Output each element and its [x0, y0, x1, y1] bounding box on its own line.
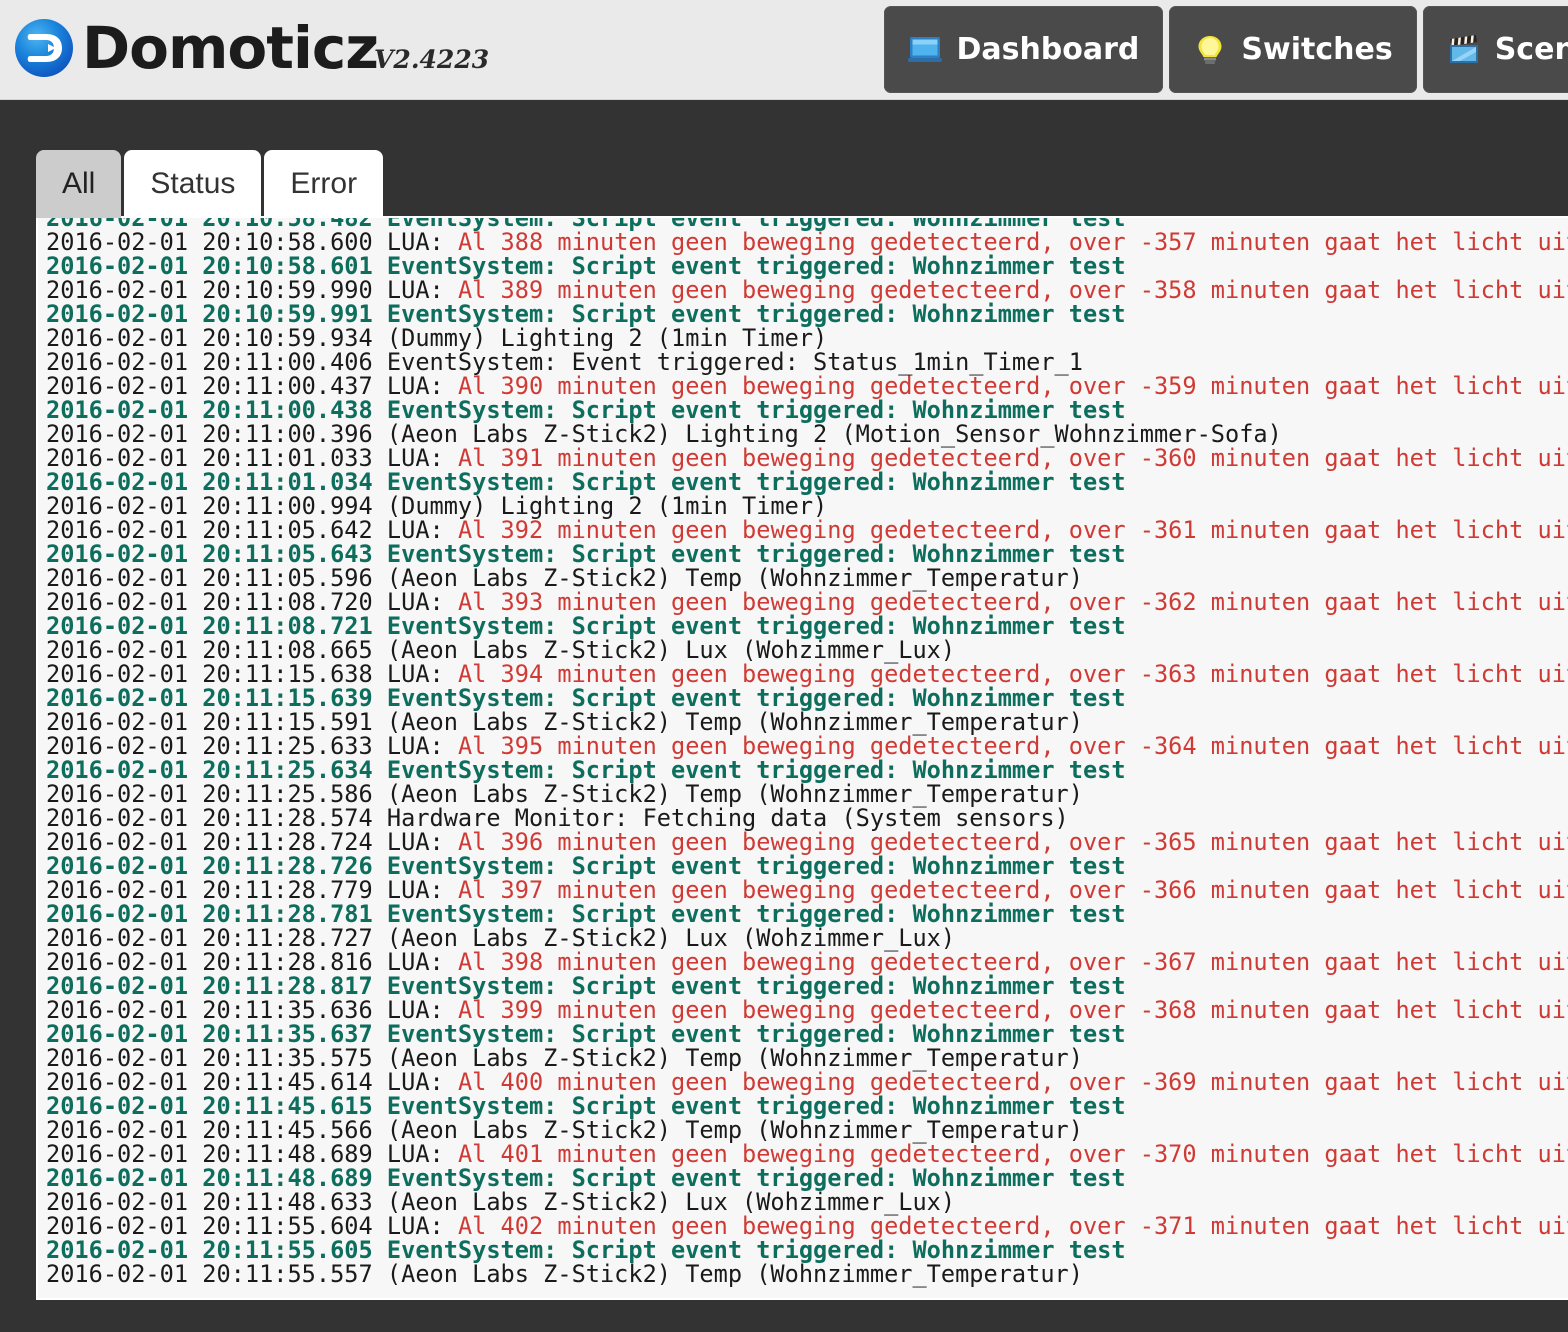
log-line: 2016-02-01 20:11:15.639 EventSystem: Scr…	[46, 684, 1126, 712]
nav-button-dashboard-label: Dashboard	[956, 32, 1140, 67]
log-line: 2016-02-01 20:11:15.638 LUA: Al 394 minu…	[46, 662, 1568, 686]
log-line: 2016-02-01 20:11:45.615 EventSystem: Scr…	[46, 1092, 1126, 1120]
brand-name: Domoticz	[82, 14, 379, 82]
log-filter-tabs: All Status Error	[36, 150, 384, 218]
log-line: 2016-02-01 20:11:28.781 EventSystem: Scr…	[46, 900, 1126, 928]
log-line-list: 2016-02-01 20:10:58.482 EventSystem: Scr…	[46, 218, 1568, 1288]
log-line: 2016-02-01 20:11:55.557 (Aeon Labs Z-Sti…	[46, 1260, 1083, 1288]
log-line: 2016-02-01 20:11:25.586 (Aeon Labs Z-Sti…	[46, 780, 1083, 808]
log-line: 2016-02-01 20:11:05.596 (Aeon Labs Z-Sti…	[46, 564, 1083, 592]
nav-button-switches[interactable]: Switches	[1169, 6, 1417, 93]
log-line: 2016-02-01 20:11:00.406 EventSystem: Eve…	[46, 348, 1083, 376]
log-line: 2016-02-01 20:11:08.720 LUA: Al 393 minu…	[46, 590, 1568, 614]
log-line: 2016-02-01 20:11:35.636 LUA: Al 399 minu…	[46, 998, 1568, 1022]
log-panel[interactable]: 2016-02-01 20:10:58.482 EventSystem: Scr…	[36, 216, 1568, 1300]
tab-status[interactable]: Status	[124, 150, 262, 218]
log-line: 2016-02-01 20:11:00.994 (Dummy) Lighting…	[46, 492, 828, 520]
log-line: 2016-02-01 20:11:15.591 (Aeon Labs Z-Sti…	[46, 708, 1083, 736]
nav-button-scenes-label: Scenes	[1494, 32, 1568, 67]
brand-version: V2.4223	[374, 45, 490, 74]
log-line: 2016-02-01 20:11:01.034 EventSystem: Scr…	[46, 468, 1126, 496]
log-line: 2016-02-01 20:10:58.601 EventSystem: Scr…	[46, 252, 1126, 280]
log-line: 2016-02-01 20:11:28.726 EventSystem: Scr…	[46, 852, 1126, 880]
lightbulb-icon	[1193, 34, 1227, 66]
log-line: 2016-02-01 20:11:45.566 (Aeon Labs Z-Sti…	[46, 1116, 1083, 1144]
log-line: 2016-02-01 20:11:35.575 (Aeon Labs Z-Sti…	[46, 1044, 1083, 1072]
domoticz-logo-icon	[10, 14, 78, 82]
brand[interactable]: Domoticz V2.4223	[10, 8, 489, 88]
log-line: 2016-02-01 20:11:28.779 LUA: Al 397 minu…	[46, 878, 1568, 902]
tab-all[interactable]: All	[36, 150, 122, 218]
clapperboard-icon	[1447, 34, 1481, 66]
brand-text: Domoticz V2.4223	[82, 19, 489, 77]
log-line: 2016-02-01 20:11:45.614 LUA: Al 400 minu…	[46, 1070, 1568, 1094]
log-line: 2016-02-01 20:11:35.637 EventSystem: Scr…	[46, 1020, 1126, 1048]
log-line: 2016-02-01 20:11:48.689 EventSystem: Scr…	[46, 1164, 1126, 1192]
nav-button-switches-label: Switches	[1241, 32, 1393, 67]
log-line: 2016-02-01 20:11:28.817 EventSystem: Scr…	[46, 972, 1126, 1000]
log-line: 2016-02-01 20:11:25.633 LUA: Al 395 minu…	[46, 734, 1568, 758]
log-line: 2016-02-01 20:11:48.689 LUA: Al 401 minu…	[46, 1142, 1568, 1166]
log-line: 2016-02-01 20:11:28.574 Hardware Monitor…	[46, 804, 1069, 832]
log-line: 2016-02-01 20:10:59.990 LUA: Al 389 minu…	[46, 278, 1568, 302]
log-line: 2016-02-01 20:10:58.600 LUA: Al 388 minu…	[46, 230, 1568, 254]
log-line: 2016-02-01 20:11:28.816 LUA: Al 398 minu…	[46, 950, 1568, 974]
log-line: 2016-02-01 20:10:59.934 (Dummy) Lighting…	[46, 324, 828, 352]
log-line: 2016-02-01 20:11:08.721 EventSystem: Scr…	[46, 612, 1126, 640]
log-line: 2016-02-01 20:11:05.642 LUA: Al 392 minu…	[46, 518, 1568, 542]
log-line: 2016-02-01 20:11:48.633 (Aeon Labs Z-Sti…	[46, 1188, 956, 1216]
nav-button-dashboard[interactable]: Dashboard	[884, 6, 1164, 93]
log-line: 2016-02-01 20:11:00.437 LUA: Al 390 minu…	[46, 374, 1568, 398]
log-line: 2016-02-01 20:11:05.643 EventSystem: Scr…	[46, 540, 1126, 568]
log-line: 2016-02-01 20:11:00.396 (Aeon Labs Z-Sti…	[46, 420, 1282, 448]
log-line: 2016-02-01 20:11:25.634 EventSystem: Scr…	[46, 756, 1126, 784]
monitor-icon	[908, 34, 943, 66]
tab-error[interactable]: Error	[264, 150, 384, 218]
log-line: 2016-02-01 20:11:55.604 LUA: Al 402 minu…	[46, 1214, 1568, 1238]
log-line: 2016-02-01 20:11:28.727 (Aeon Labs Z-Sti…	[46, 924, 956, 952]
log-line: 2016-02-01 20:11:00.438 EventSystem: Scr…	[46, 396, 1126, 424]
top-navigation: Dashboard Switches Scen	[884, 6, 1568, 93]
log-line: 2016-02-01 20:11:28.724 LUA: Al 396 minu…	[46, 830, 1568, 854]
log-line: 2016-02-01 20:10:59.991 EventSystem: Scr…	[46, 300, 1126, 328]
log-line: 2016-02-01 20:11:55.605 EventSystem: Scr…	[46, 1236, 1126, 1264]
log-line: 2016-02-01 20:11:08.665 (Aeon Labs Z-Sti…	[46, 636, 956, 664]
app-header: Domoticz V2.4223 Dashboard Switches Scen	[0, 0, 1568, 100]
log-line: 2016-02-01 20:11:01.033 LUA: Al 391 minu…	[46, 446, 1568, 470]
domoticz-app: Domoticz V2.4223 Dashboard Switches Scen…	[0, 0, 1568, 1332]
nav-button-scenes[interactable]: Scenes	[1422, 6, 1568, 93]
